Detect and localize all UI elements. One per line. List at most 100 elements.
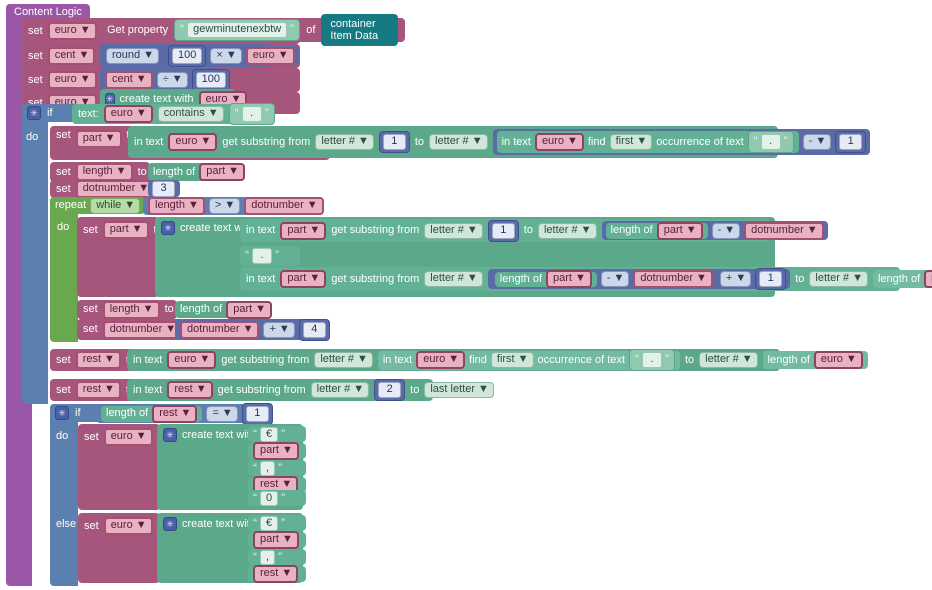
- dot-text-block[interactable]: “ . ”: [245, 248, 279, 264]
- euro-sign-text-row[interactable]: “ € ”: [248, 426, 306, 442]
- variable-dropdown-euro[interactable]: euro ▼: [47, 71, 97, 89]
- dot-field[interactable]: .: [760, 134, 781, 150]
- operator-dropdown-multiply[interactable]: × ▼: [210, 47, 242, 64]
- round-block[interactable]: round ▼ 100 × ▼ euro ▼: [100, 44, 299, 67]
- get-substring-block-5[interactable]: in text rest ▼ get substring from letter …: [127, 379, 494, 401]
- get-substring-block-4[interactable]: in text euro ▼ get substring from letter …: [127, 349, 868, 371]
- operator-dropdown-equals[interactable]: = ▼: [206, 405, 238, 422]
- length-of-block-5[interactable]: length of part ▼: [175, 300, 273, 319]
- letter-num-dropdown[interactable]: letter # ▼: [809, 271, 868, 287]
- length-of-block-6[interactable]: length of euro ▼: [762, 351, 868, 369]
- number-field[interactable]: 1: [245, 405, 269, 422]
- variable-dropdown-dotnumber[interactable]: dotnumber ▼: [102, 320, 183, 339]
- operator-dropdown-plus[interactable]: + ▼: [263, 321, 295, 338]
- variable-dropdown-rest[interactable]: rest ▼: [152, 404, 198, 423]
- letter-num-dropdown[interactable]: letter # ▼: [315, 134, 374, 150]
- letter-num-dropdown[interactable]: letter # ▼: [424, 222, 483, 239]
- variable-dropdown-part[interactable]: part▼: [226, 300, 273, 319]
- divide-block[interactable]: cent ▼ ÷ ▼ 100: [100, 68, 230, 91]
- variable-dropdown-length[interactable]: length ▼: [148, 197, 205, 215]
- minus-block[interactable]: length of part ▼ - ▼ dotnumber ▼: [601, 221, 828, 240]
- variable-dropdown-part[interactable]: part▼: [253, 442, 299, 460]
- number-1-block[interactable]: 1: [241, 402, 273, 425]
- variable-dropdown-euro[interactable]: euro ▼: [103, 428, 153, 446]
- operator-dropdown-divide[interactable]: ÷ ▼: [156, 71, 188, 88]
- variable-dropdown-rest[interactable]: rest ▼: [167, 381, 213, 399]
- property-name-field[interactable]: gewminutenexbtw: [187, 22, 288, 38]
- get-substring-block-2[interactable]: in text part ▼ get substring from letter …: [240, 219, 828, 242]
- multiply-block[interactable]: 100 × ▼ euro ▼: [164, 44, 299, 67]
- variable-dropdown-part[interactable]: part▼: [280, 270, 327, 288]
- dot-field[interactable]: .: [252, 248, 272, 264]
- greater-than-block[interactable]: length ▼ > ▼ dotnumber ▼: [143, 197, 324, 215]
- comma-text-row[interactable]: “ , ”: [248, 460, 306, 476]
- repeat-while-header[interactable]: repeat while ▼: [50, 197, 145, 214]
- operator-dropdown-minus[interactable]: - ▼: [802, 134, 832, 150]
- variable-dropdown-dotnumber[interactable]: dotnumber ▼: [75, 180, 156, 198]
- dot-text-block[interactable]: “ . ”: [228, 103, 275, 125]
- variable-dropdown-dotnumber[interactable]: dotnumber ▼: [244, 197, 324, 215]
- length-of-block-7[interactable]: length of rest ▼: [101, 404, 203, 423]
- gear-icon[interactable]: ✳: [161, 221, 175, 235]
- gear-icon[interactable]: ✳: [163, 517, 177, 531]
- number-field[interactable]: 1: [382, 134, 406, 150]
- get-substring-block-3[interactable]: in text part ▼ get substring from letter …: [240, 267, 932, 291]
- operator-dropdown-minus[interactable]: - ▼: [600, 271, 630, 287]
- if-contains-block[interactable]: [22, 104, 48, 404]
- number-field[interactable]: 3: [152, 180, 175, 197]
- number-field[interactable]: 4: [302, 321, 326, 338]
- variable-dropdown-length[interactable]: length ▼: [75, 163, 133, 181]
- zero-field[interactable]: 0: [260, 490, 279, 506]
- length-of-block-1[interactable]: length of part ▼: [148, 163, 246, 181]
- variable-dropdown-euro[interactable]: euro ▼: [103, 517, 153, 535]
- number-1-block[interactable]: 1: [378, 131, 410, 153]
- number-3-inner[interactable]: 3: [152, 180, 175, 197]
- number-2-block[interactable]: 2: [374, 379, 406, 401]
- plus-block-2[interactable]: dotnumber ▼ + ▼ 4: [175, 318, 330, 341]
- part-var-row[interactable]: part ▼: [248, 442, 306, 460]
- variable-dropdown-euro[interactable]: euro ▼: [47, 22, 97, 40]
- variable-dropdown-part[interactable]: part▼: [656, 221, 703, 240]
- letter-num-dropdown[interactable]: letter # ▼: [424, 271, 483, 287]
- minus-block-inner[interactable]: length of part ▼ - ▼ dotnumber ▼: [491, 270, 716, 288]
- container-item-data-block[interactable]: container Item Data: [321, 14, 398, 46]
- number-field[interactable]: 1: [759, 271, 783, 287]
- set-length-block-1[interactable]: set length ▼ to: [50, 162, 150, 182]
- number-1-block[interactable]: 1: [835, 131, 867, 153]
- variable-dropdown-rest[interactable]: rest ▼: [75, 351, 121, 369]
- minus-block[interactable]: in text euro ▼ find first ▼ occurrence of …: [492, 129, 871, 155]
- find-occurrence-block-2[interactable]: in text euro ▼ find first ▼ occurrence of …: [377, 349, 680, 371]
- number-field[interactable]: 1: [839, 134, 863, 150]
- part-var-row-else[interactable]: part ▼: [248, 531, 306, 549]
- variable-dropdown-part[interactable]: part▼: [199, 163, 246, 181]
- variable-dropdown-rest[interactable]: rest ▼: [253, 565, 299, 583]
- find-occurrence-block[interactable]: in text euro ▼ find first ▼ occurrence of …: [496, 131, 799, 153]
- contains-dropdown[interactable]: contains ▼: [157, 106, 224, 122]
- while-dropdown[interactable]: while ▼: [90, 197, 141, 214]
- number-4-block[interactable]: 4: [298, 318, 330, 341]
- text-contains-block[interactable]: text: euro ▼ contains ▼ “ . ”: [72, 103, 275, 125]
- variable-dropdown-dotnumber[interactable]: dotnumber ▼: [633, 270, 713, 288]
- first-dropdown[interactable]: first ▼: [490, 352, 534, 368]
- gear-icon[interactable]: ✳: [163, 428, 177, 442]
- variable-dropdown-euro[interactable]: euro ▼: [245, 46, 295, 65]
- number-100-block[interactable]: 100: [191, 68, 230, 91]
- get-substring-block-1[interactable]: in text euro ▼ get substring from letter …: [128, 126, 871, 158]
- set-length-block-2[interactable]: set length ▼ to: [77, 300, 177, 319]
- variable-dropdown-cent[interactable]: cent ▼: [47, 47, 96, 65]
- letter-num-dropdown[interactable]: letter # ▼: [699, 352, 758, 368]
- length-of-block-2[interactable]: length of part ▼: [605, 221, 708, 240]
- variable-dropdown-part[interactable]: part▼: [546, 270, 592, 288]
- euro-sign-field[interactable]: €: [260, 515, 279, 531]
- variable-dropdown-length[interactable]: length ▼: [102, 300, 160, 319]
- rest-var-row-else[interactable]: rest ▼: [248, 565, 306, 583]
- zero-text-row[interactable]: “ 0 ”: [248, 490, 306, 506]
- euro-sign-text-row-else[interactable]: “ € ”: [248, 515, 306, 531]
- comma-field[interactable]: ,: [260, 549, 276, 565]
- number-100-block[interactable]: 100: [168, 44, 207, 67]
- variable-dropdown-part[interactable]: part▼: [280, 221, 327, 240]
- letter-num-dropdown[interactable]: letter # ▼: [314, 352, 373, 368]
- variable-dropdown-euro[interactable]: euro ▼: [534, 133, 584, 151]
- letter-num-dropdown[interactable]: letter # ▼: [537, 222, 597, 239]
- operator-dropdown-minus[interactable]: - ▼: [711, 222, 741, 239]
